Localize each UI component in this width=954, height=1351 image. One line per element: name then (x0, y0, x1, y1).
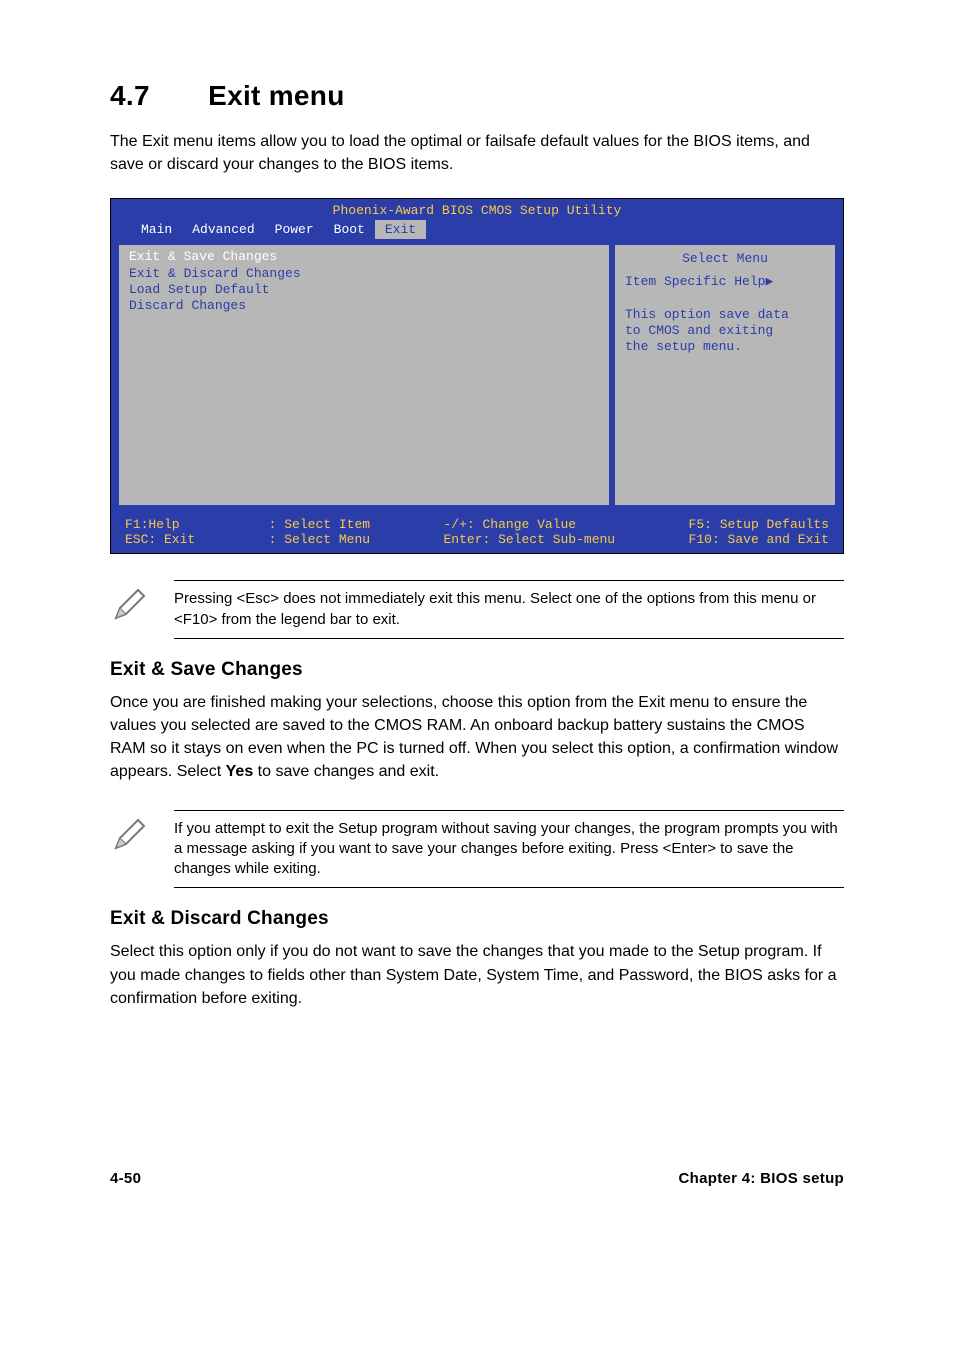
legend-select-menu: : Select Menu (269, 532, 370, 547)
bios-legend-bar: F1:Help ESC: Exit : Select Item : Select… (111, 513, 843, 553)
menu-item-discard-changes[interactable]: Discard Changes (129, 298, 599, 314)
intro-paragraph: The Exit menu items allow you to load th… (110, 130, 844, 176)
tab-main[interactable]: Main (131, 220, 182, 239)
page-number: 4-50 (110, 1170, 141, 1187)
legend-col-4: F5: Setup Defaults F10: Save and Exit (689, 517, 829, 547)
page-footer: 4-50 Chapter 4: BIOS setup (110, 1170, 844, 1187)
para-exit-save-a: Once you are finished making your select… (110, 694, 838, 781)
legend-change-value: -/+: Change Value (443, 517, 576, 532)
para-exit-discard: Select this option only if you do not wa… (110, 940, 844, 1010)
heading-exit-save: Exit & Save Changes (110, 659, 844, 681)
section-name: Exit menu (208, 80, 345, 111)
tab-boot[interactable]: Boot (324, 220, 375, 239)
menu-item-load-default[interactable]: Load Setup Default (129, 282, 599, 298)
chapter-label: Chapter 4: BIOS setup (679, 1170, 845, 1187)
para-exit-save-yes: Yes (226, 763, 254, 780)
legend-f10: F10: Save and Exit (689, 532, 829, 547)
section-number: 4.7 (110, 80, 150, 111)
bios-body: Exit & Save Changes Exit & Discard Chang… (111, 239, 843, 513)
note-exit-prompt: If you attempt to exit the Setup program… (110, 810, 844, 889)
legend-select-item: : Select Item (269, 517, 370, 532)
legend-col-1: F1:Help ESC: Exit (125, 517, 195, 547)
help-line-2: to CMOS and exiting (625, 323, 773, 338)
note-esc: Pressing <Esc> does not immediately exit… (110, 580, 844, 639)
pencil-icon (110, 810, 174, 859)
legend-f1: F1:Help (125, 517, 180, 532)
para-exit-save: Once you are finished making your select… (110, 691, 844, 784)
legend-enter-submenu: Enter: Select Sub-menu (443, 532, 615, 547)
bios-menu-list: Exit & Save Changes Exit & Discard Chang… (119, 245, 609, 505)
menu-item-exit-discard[interactable]: Exit & Discard Changes (129, 266, 599, 282)
bios-utility-title: Phoenix-Award BIOS CMOS Setup Utility (111, 199, 843, 220)
tab-exit[interactable]: Exit (375, 220, 426, 239)
bios-tab-bar: Main Advanced Power Boot Exit (111, 220, 843, 239)
pencil-icon (110, 580, 174, 629)
help-panel-text: Item Specific Help▶ This option save dat… (625, 274, 825, 355)
bios-help-panel: Select Menu Item Specific Help▶ This opt… (615, 245, 835, 505)
help-label: Item Specific Help (625, 274, 765, 289)
legend-col-2: : Select Item : Select Menu (269, 517, 370, 547)
bios-screenshot: Phoenix-Award BIOS CMOS Setup Utility Ma… (110, 198, 844, 554)
legend-esc: ESC: Exit (125, 532, 195, 547)
section-title: 4.7 Exit menu (110, 80, 844, 112)
menu-item-exit-save[interactable]: Exit & Save Changes (129, 249, 599, 265)
tab-advanced[interactable]: Advanced (182, 220, 264, 239)
legend-f5: F5: Setup Defaults (689, 517, 829, 532)
tab-power[interactable]: Power (265, 220, 324, 239)
note-exit-prompt-text: If you attempt to exit the Setup program… (174, 810, 844, 889)
heading-exit-discard: Exit & Discard Changes (110, 908, 844, 930)
legend-col-3: -/+: Change Value Enter: Select Sub-menu (443, 517, 615, 547)
help-line-1: This option save data (625, 307, 789, 322)
help-line-3: the setup menu. (625, 339, 742, 354)
help-panel-title: Select Menu (625, 251, 825, 266)
para-exit-save-b: to save changes and exit. (253, 763, 439, 780)
note-esc-text: Pressing <Esc> does not immediately exit… (174, 580, 844, 639)
triangle-right-icon: ▶ (765, 274, 773, 289)
